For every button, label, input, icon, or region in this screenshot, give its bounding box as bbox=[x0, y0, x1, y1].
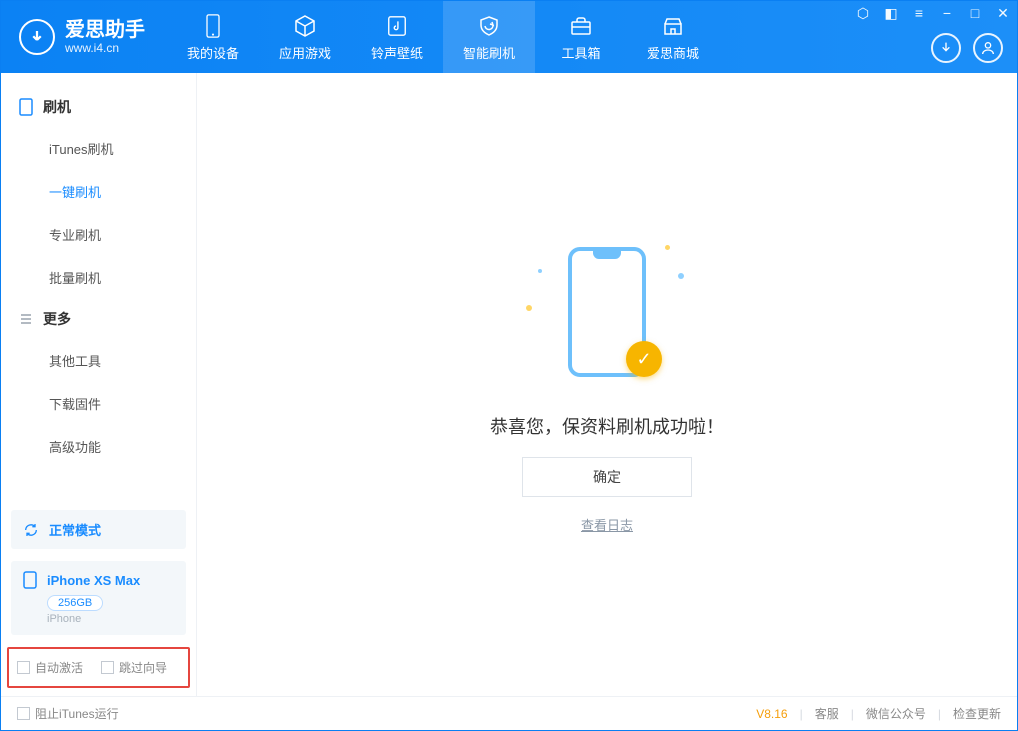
checkbox-label: 跳过向导 bbox=[119, 659, 167, 676]
music-note-icon bbox=[384, 13, 410, 39]
tab-label: 应用游戏 bbox=[279, 43, 331, 62]
header: 爱思助手 www.i4.cn 我的设备 应用游戏 铃声壁纸 智能刷机 bbox=[1, 1, 1017, 73]
toolbox-icon bbox=[568, 13, 594, 39]
cube-icon bbox=[292, 13, 318, 39]
tab-label: 智能刷机 bbox=[463, 43, 515, 62]
header-actions bbox=[931, 33, 1003, 63]
sidebar-group-more: 更多 bbox=[1, 299, 196, 339]
tab-store[interactable]: 爱思商城 bbox=[627, 1, 719, 73]
logo-area: 爱思助手 www.i4.cn bbox=[1, 1, 167, 73]
device-capacity: 256GB bbox=[47, 595, 103, 611]
sidebar-item-itunes-flash[interactable]: iTunes刷机 bbox=[1, 127, 196, 170]
menu-icon[interactable]: ≡ bbox=[911, 5, 927, 22]
sidebar-item-download-firmware[interactable]: 下载固件 bbox=[1, 382, 196, 425]
tab-label: 爱思商城 bbox=[647, 43, 699, 62]
checkbox-skip-guide[interactable]: 跳过向导 bbox=[101, 659, 167, 676]
highlighted-options: 自动激活 跳过向导 bbox=[7, 647, 190, 688]
checkbox-label: 阻止iTunes运行 bbox=[35, 705, 119, 722]
tab-ringtones[interactable]: 铃声壁纸 bbox=[351, 1, 443, 73]
logo-icon bbox=[19, 19, 55, 55]
footer-link-wechat[interactable]: 微信公众号 bbox=[866, 705, 926, 722]
footer-right: V8.16 | 客服 | 微信公众号 | 检查更新 bbox=[756, 705, 1001, 722]
footer-left: 阻止iTunes运行 bbox=[17, 705, 119, 722]
sidebar-item-advanced[interactable]: 高级功能 bbox=[1, 425, 196, 468]
maximize-button[interactable]: □ bbox=[967, 5, 983, 22]
sidebar-item-pro-flash[interactable]: 专业刷机 bbox=[1, 213, 196, 256]
list-icon bbox=[19, 312, 33, 326]
sidebar-item-other-tools[interactable]: 其他工具 bbox=[1, 339, 196, 382]
tab-label: 我的设备 bbox=[187, 43, 239, 62]
user-button[interactable] bbox=[973, 33, 1003, 63]
checkbox-icon bbox=[101, 661, 114, 674]
download-button[interactable] bbox=[931, 33, 961, 63]
checkbox-icon bbox=[17, 661, 30, 674]
main-content: ✓ 恭喜您，保资料刷机成功啦！ 确定 查看日志 bbox=[197, 73, 1017, 696]
sidebar: 刷机 iTunes刷机 一键刷机 专业刷机 批量刷机 更多 其他工具 下载固件 … bbox=[1, 73, 197, 696]
phone-small-icon bbox=[23, 571, 37, 589]
checkbox-icon bbox=[17, 707, 30, 720]
device-mode-card[interactable]: 正常模式 bbox=[11, 510, 186, 549]
body: 刷机 iTunes刷机 一键刷机 专业刷机 批量刷机 更多 其他工具 下载固件 … bbox=[1, 73, 1017, 696]
shirt-icon[interactable]: ⬡ bbox=[855, 5, 871, 22]
view-log-link[interactable]: 查看日志 bbox=[581, 515, 633, 534]
app-title: 爱思助手 bbox=[65, 19, 145, 41]
success-illustration: ✓ bbox=[522, 235, 692, 395]
tab-my-device[interactable]: 我的设备 bbox=[167, 1, 259, 73]
tab-toolbox[interactable]: 工具箱 bbox=[535, 1, 627, 73]
store-icon bbox=[660, 13, 686, 39]
tab-icon[interactable]: ◧ bbox=[883, 5, 899, 22]
phone-icon bbox=[200, 13, 226, 39]
version-label: V8.16 bbox=[756, 707, 787, 721]
device-icon bbox=[19, 98, 33, 116]
tab-apps-games[interactable]: 应用游戏 bbox=[259, 1, 351, 73]
header-tabs: 我的设备 应用游戏 铃声壁纸 智能刷机 工具箱 爱思商城 bbox=[167, 1, 719, 73]
close-button[interactable]: ✕ bbox=[995, 5, 1011, 22]
footer-link-update[interactable]: 检查更新 bbox=[953, 705, 1001, 722]
app-url: www.i4.cn bbox=[65, 41, 145, 55]
mode-label: 正常模式 bbox=[49, 520, 101, 539]
group-label: 刷机 bbox=[43, 97, 71, 117]
success-message: 恭喜您，保资料刷机成功啦！ bbox=[490, 413, 724, 439]
checkbox-label: 自动激活 bbox=[35, 659, 83, 676]
tab-flash[interactable]: 智能刷机 bbox=[443, 1, 535, 73]
logo-text: 爱思助手 www.i4.cn bbox=[65, 19, 145, 55]
app-window: 爱思助手 www.i4.cn 我的设备 应用游戏 铃声壁纸 智能刷机 bbox=[0, 0, 1018, 731]
checkbox-block-itunes[interactable]: 阻止iTunes运行 bbox=[17, 705, 119, 722]
sidebar-group-flash: 刷机 bbox=[1, 87, 196, 127]
group-label: 更多 bbox=[43, 309, 71, 329]
success-check-icon: ✓ bbox=[626, 341, 662, 377]
window-controls: ⬡ ◧ ≡ − □ ✕ bbox=[855, 5, 1011, 22]
footer-link-support[interactable]: 客服 bbox=[815, 705, 839, 722]
footer: 阻止iTunes运行 V8.16 | 客服 | 微信公众号 | 检查更新 bbox=[1, 696, 1017, 730]
minimize-button[interactable]: − bbox=[939, 5, 955, 22]
tab-label: 工具箱 bbox=[561, 43, 600, 62]
refresh-shield-icon bbox=[476, 13, 502, 39]
sidebar-item-batch-flash[interactable]: 批量刷机 bbox=[1, 256, 196, 299]
checkbox-auto-activate[interactable]: 自动激活 bbox=[17, 659, 83, 676]
device-name: iPhone XS Max bbox=[47, 573, 140, 588]
sidebar-item-oneclick-flash[interactable]: 一键刷机 bbox=[1, 170, 196, 213]
device-card[interactable]: iPhone XS Max 256GB iPhone bbox=[11, 561, 186, 635]
device-type: iPhone bbox=[47, 613, 174, 625]
ok-button[interactable]: 确定 bbox=[522, 457, 692, 497]
tab-label: 铃声壁纸 bbox=[371, 43, 423, 62]
device-row: iPhone XS Max bbox=[23, 571, 174, 589]
sync-icon bbox=[23, 522, 39, 538]
